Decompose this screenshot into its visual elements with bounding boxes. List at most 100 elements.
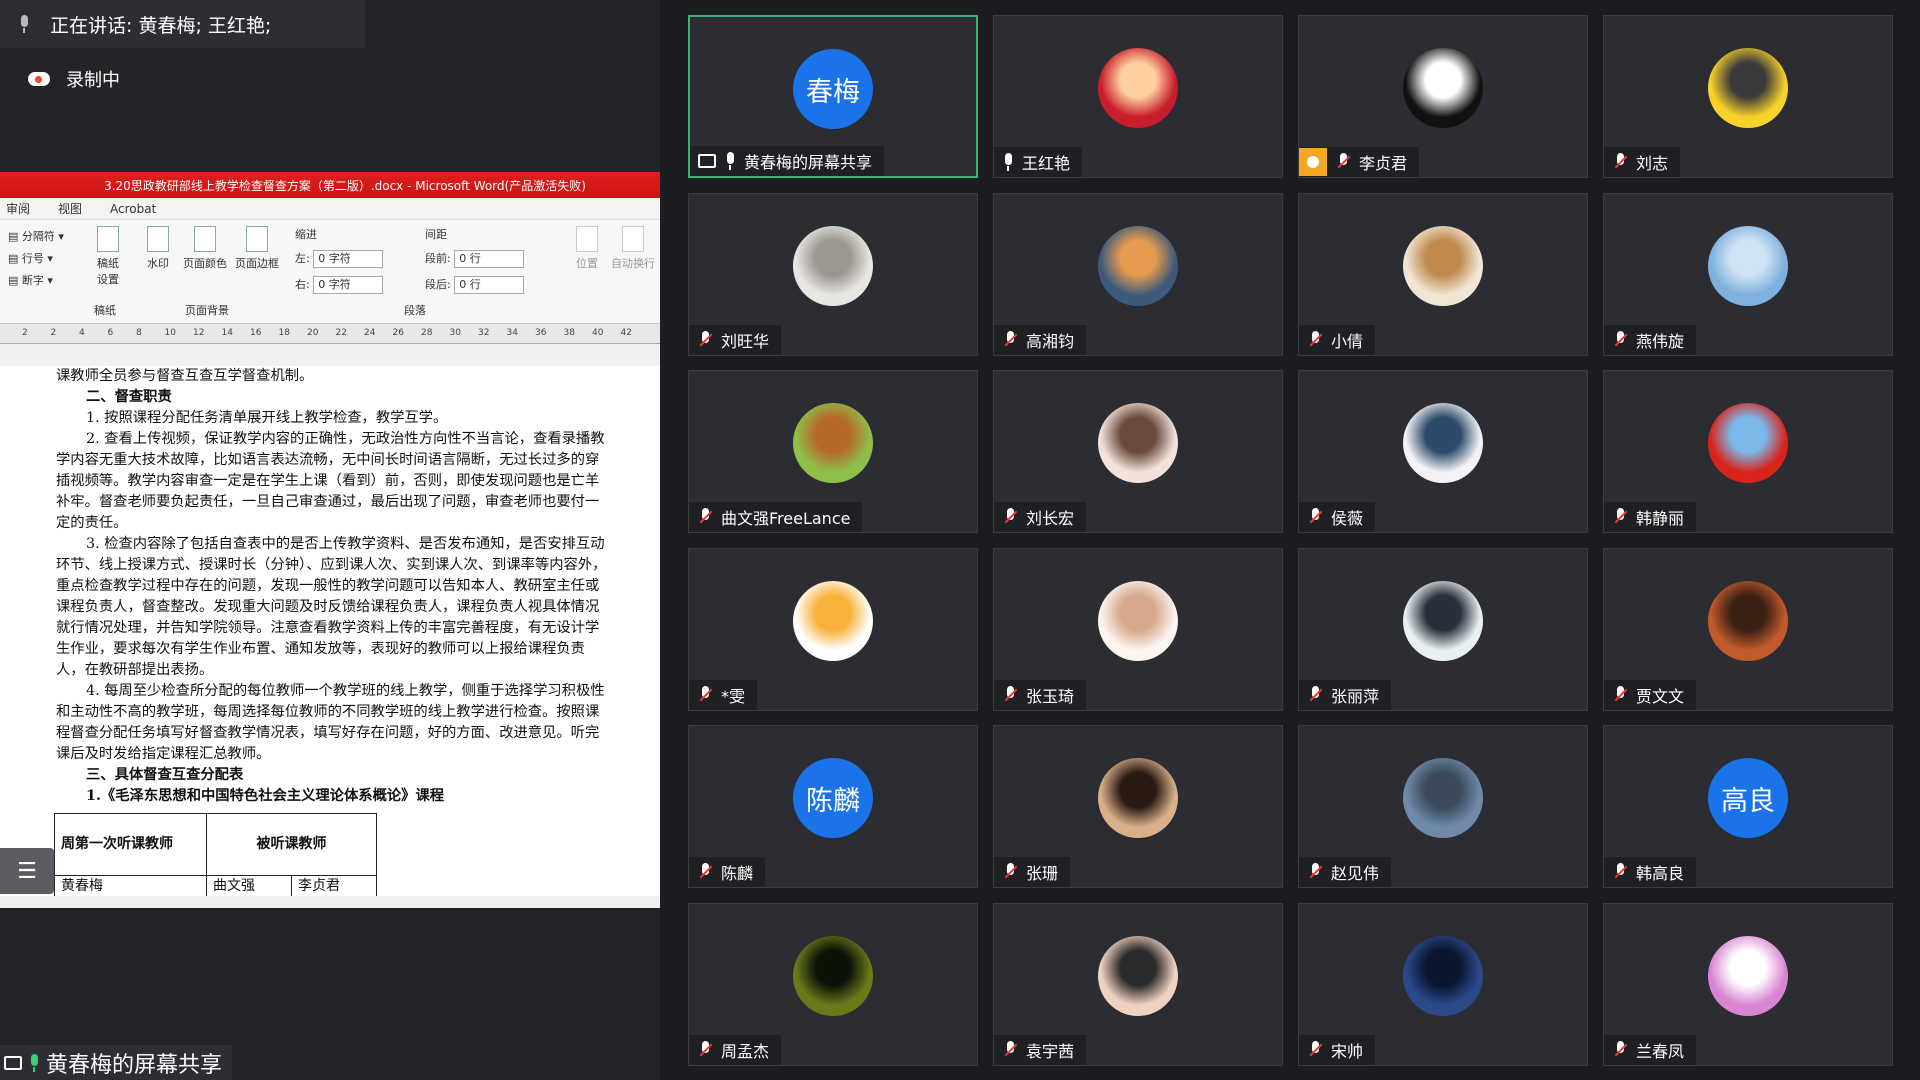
avatar	[793, 936, 873, 1016]
participant-tile[interactable]: 张丽萍	[1298, 548, 1588, 711]
participant-tile[interactable]: 刘旺华	[688, 193, 978, 356]
doc-heading: 二、督查职责	[86, 389, 172, 405]
participant-tile[interactable]: 赵见伟	[1298, 725, 1588, 888]
mic-icon	[18, 15, 30, 33]
mic-muted-icon	[1612, 331, 1628, 349]
avatar	[1708, 48, 1788, 128]
participant-name: 贾文文	[1636, 687, 1685, 706]
breaks-button[interactable]: ▤ 分隔符 ▾	[8, 226, 64, 248]
participant-tile[interactable]: 侯薇	[1298, 370, 1588, 533]
participant-tile[interactable]: 陈麟 陈麟	[688, 725, 978, 888]
mic-muted-icon	[1307, 1041, 1323, 1059]
mic-muted-icon	[697, 686, 713, 704]
ruler-tick: 10	[164, 328, 176, 338]
tab-review[interactable]: 审阅	[6, 200, 30, 217]
page-border-button[interactable]: 页面边框	[232, 226, 282, 271]
participant-name: 刘志	[1636, 154, 1669, 173]
participant-tile[interactable]: 王红艳	[993, 15, 1283, 178]
participant-tile[interactable]: 刘志	[1603, 15, 1893, 178]
page-color-icon	[194, 226, 216, 252]
participant-tile[interactable]: 燕伟旋	[1603, 193, 1893, 356]
recording-indicator[interactable]: 录制中	[28, 66, 120, 92]
spacing-label: 间距	[425, 228, 447, 241]
speaking-text: 正在讲话: 黄春梅; 王红艳;	[50, 14, 272, 37]
avatar	[1403, 936, 1483, 1016]
avatar	[1708, 403, 1788, 483]
table-cell: 李贞君	[291, 875, 377, 896]
speaking-indicator: 正在讲话: 黄春梅; 王红艳;	[0, 0, 365, 48]
doc-line: 课教师全员参与督查互查互学督查机制。	[56, 368, 314, 384]
participant-tile[interactable]: 小倩	[1298, 193, 1588, 356]
participant-tile[interactable]: 韩静丽	[1603, 370, 1893, 533]
outline-icon[interactable]: ☰	[0, 848, 54, 894]
participant-tile[interactable]: 高良 韩高良	[1603, 725, 1893, 888]
line-numbers-button[interactable]: ▤ 行号 ▾	[8, 248, 64, 270]
watermark-icon	[147, 226, 169, 252]
ruler-tick: 34	[506, 328, 518, 338]
participant-tile[interactable]: 曲文强FreeLance	[688, 370, 978, 533]
ruler-tick: 12	[193, 328, 205, 338]
ruler-tick: 8	[136, 328, 142, 338]
mic-muted-icon	[697, 1041, 713, 1059]
assignment-table: 周第一次听课教师 被听课教师 黄春梅 曲文强 李贞君	[54, 813, 377, 896]
draft-settings-button[interactable]: 稿纸设置	[92, 226, 124, 287]
participant-name: 赵见伟	[1331, 864, 1380, 883]
page-color-button[interactable]: 页面颜色	[180, 226, 230, 271]
avatar: 春梅	[793, 49, 873, 129]
mic-muted-icon	[1612, 508, 1628, 526]
participant-name-bar: 赵见伟	[1299, 857, 1392, 887]
spacing-after-input[interactable]: 0 行	[454, 276, 525, 294]
participant-name: 张珊	[1026, 864, 1059, 883]
participant-tile[interactable]: 高湘钧	[993, 193, 1283, 356]
mic-muted-icon	[1307, 508, 1323, 526]
avatar	[1098, 48, 1178, 128]
mic-muted-icon	[1002, 863, 1018, 881]
participant-tile[interactable]: 兰春凤	[1603, 903, 1893, 1066]
participant-tile[interactable]: 张玉琦	[993, 548, 1283, 711]
watermark-button[interactable]: 水印	[143, 226, 173, 271]
mic-muted-icon	[1307, 331, 1323, 349]
participant-tile[interactable]: 春梅 黄春梅的屏幕共享	[688, 15, 978, 178]
participant-name-bar: 王红艳	[994, 147, 1083, 177]
participant-tile[interactable]: 周孟杰	[688, 903, 978, 1066]
spacing-before-input[interactable]: 0 行	[454, 250, 525, 268]
ruler-tick: 18	[278, 328, 290, 338]
participant-tile[interactable]: 袁宇茜	[993, 903, 1283, 1066]
mic-muted-icon	[1307, 863, 1323, 881]
mic-muted-icon	[1612, 153, 1628, 171]
participant-tile[interactable]: 张珊	[993, 725, 1283, 888]
participant-tile[interactable]: 刘长宏	[993, 370, 1283, 533]
screen-share-panel: 正在讲话: 黄春梅; 王红艳; 录制中 3.20思政教研部线上教学检查督查方案（…	[0, 0, 660, 1080]
participant-tile[interactable]: 宋帅	[1298, 903, 1588, 1066]
mic-muted-icon	[1307, 686, 1323, 704]
participant-tile[interactable]: *雯	[688, 548, 978, 711]
position-button[interactable]: 位置	[572, 226, 602, 271]
hyphenation-button[interactable]: ▤ 断字 ▾	[8, 270, 64, 292]
indent-left-input[interactable]: 0 字符	[313, 250, 384, 268]
autowrap-button[interactable]: 自动换行	[608, 226, 658, 271]
doc-paragraph: 3. 检查内容除了包括自查表中的是否上传教学资料、是否发布通知，是否安排互动环节…	[56, 536, 607, 678]
participant-name: 张丽萍	[1331, 687, 1380, 706]
participant-name-bar: 韩高良	[1604, 857, 1697, 887]
avatar	[1708, 936, 1788, 1016]
participant-name: 韩静丽	[1636, 509, 1685, 528]
doc-heading: 三、具体督查互查分配表	[86, 767, 244, 783]
ruler-tick: 32	[478, 328, 490, 338]
tab-acrobat[interactable]: Acrobat	[110, 202, 156, 216]
participant-tile[interactable]: 贾文文	[1603, 548, 1893, 711]
ruler[interactable]: 2 2 4 6 8 10 12 14 16 18 20 22 24 26 28 30 32 34 36 38 40 42	[0, 324, 660, 344]
participant-name: 燕伟旋	[1636, 332, 1685, 351]
participant-name-bar: 刘旺华	[689, 325, 782, 355]
participant-tile[interactable]: 李贞君	[1298, 15, 1588, 178]
document-page[interactable]: 课教师全员参与督查互查互学督查机制。 二、督查职责 1. 按照课程分配任务清单展…	[0, 366, 660, 896]
mic-muted-icon	[1002, 331, 1018, 349]
ruler-tick: 30	[449, 328, 461, 338]
ruler-tick: 38	[563, 328, 575, 338]
table-header: 周第一次听课教师	[54, 813, 207, 876]
tab-view[interactable]: 视图	[58, 200, 82, 217]
ruler-tick: 24	[364, 328, 376, 338]
ribbon-tabs: 审阅 视图 Acrobat	[0, 198, 660, 220]
table-cell: 黄春梅	[54, 875, 207, 896]
indent-right-input[interactable]: 0 字符	[313, 276, 384, 294]
user-badge-icon	[1299, 148, 1327, 176]
